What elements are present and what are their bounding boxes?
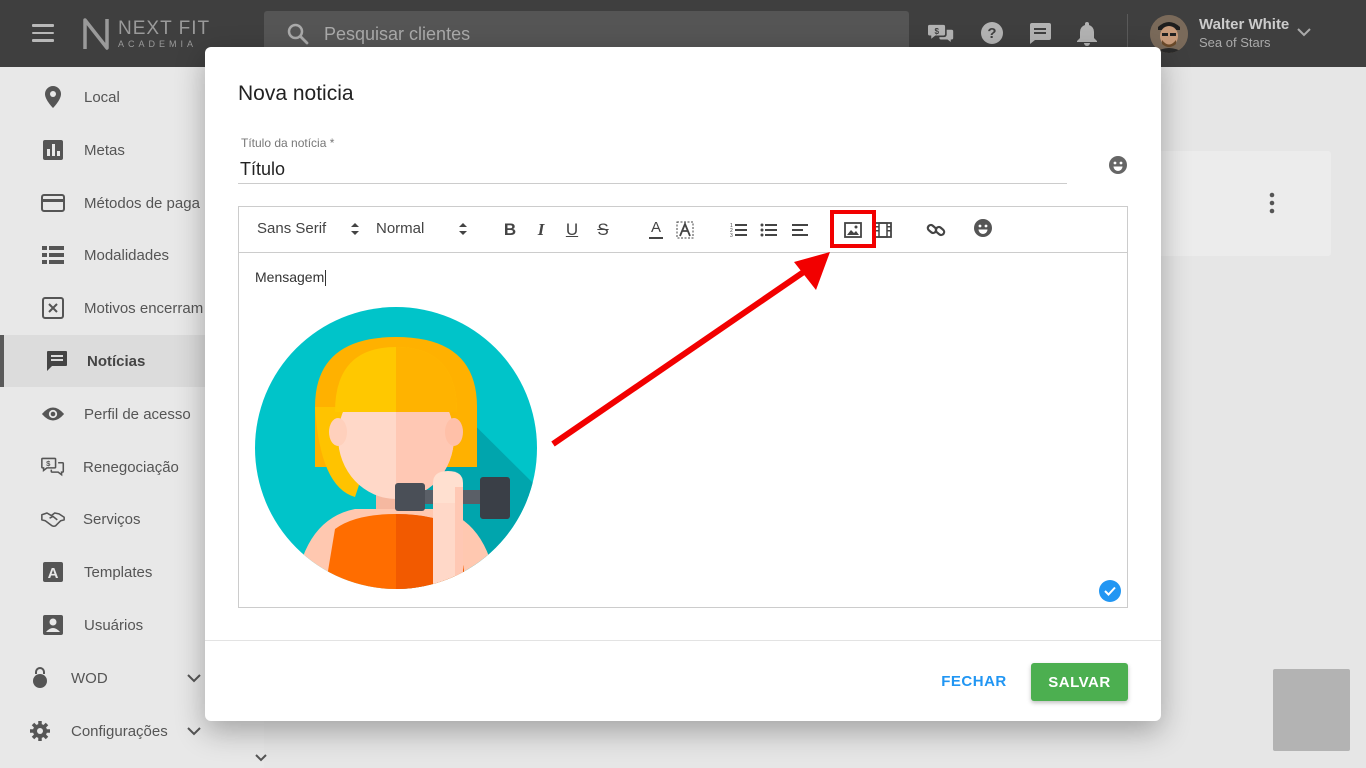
sidebar-item-label: Local: [84, 88, 120, 106]
text-caret: [325, 270, 327, 287]
fitness-woman-illustration: [255, 307, 537, 589]
credit-card-icon: [41, 191, 65, 215]
eye-icon: [41, 402, 65, 426]
select-arrows-icon: [351, 223, 359, 235]
italic-button[interactable]: I: [529, 218, 553, 242]
svg-text:$: $: [935, 27, 940, 36]
svg-text:3: 3: [730, 233, 733, 238]
bullet-list-icon[interactable]: [757, 218, 781, 242]
sidebar-item-label: WOD: [71, 669, 108, 687]
emoji-icon[interactable]: [971, 216, 995, 240]
logo-title: NEXT FIT: [118, 18, 211, 39]
editor-toolbar: Sans Serif Normal B I U S A 123: [239, 207, 1127, 253]
rich-text-editor: Sans Serif Normal B I U S A 123 Mensagem: [238, 206, 1128, 608]
user-name[interactable]: Walter White: [1199, 16, 1289, 33]
sidebar-item-label: Serviços: [83, 510, 141, 528]
more-vertical-icon[interactable]: [1268, 192, 1276, 214]
chevron-down-icon[interactable]: [1296, 24, 1312, 40]
editor-text: Mensagem: [255, 269, 327, 287]
letter-a-icon: A: [41, 560, 65, 584]
background-floating-panel: [1273, 669, 1350, 751]
sidebar-item-label: Templates: [84, 563, 153, 581]
handshake-icon: [41, 507, 65, 531]
title-field-label: Título da notícia *: [241, 136, 335, 150]
annotation-highlight-box: [830, 210, 876, 248]
news-title-input[interactable]: [238, 155, 1067, 184]
select-arrows-icon: [459, 223, 467, 235]
editor-content-area[interactable]: Mensagem: [239, 254, 1127, 607]
sidebar-item-label: Renegociação: [83, 458, 179, 476]
font-size-select[interactable]: Normal: [376, 220, 424, 237]
list-icon: [41, 243, 65, 267]
gear-icon: [28, 719, 52, 743]
text-color-button[interactable]: A: [644, 218, 668, 242]
insert-link-icon[interactable]: [924, 218, 948, 242]
finance-chat-icon[interactable]: $: [928, 20, 954, 46]
strikethrough-button[interactable]: S: [591, 218, 615, 242]
sidebar-item-label: Métodos de paga: [84, 194, 200, 212]
close-box-icon: [41, 296, 65, 320]
kettlebell-icon: [28, 666, 52, 690]
app-logo[interactable]: NEXT FIT ACADEMIA: [82, 16, 210, 52]
dialog-footer: FECHAR SALVAR: [205, 640, 1161, 721]
close-button[interactable]: FECHAR: [934, 663, 1014, 699]
sidebar-item-label: Modalidades: [84, 246, 170, 264]
background-card: [1131, 151, 1331, 256]
chevron-down-icon: [187, 727, 201, 736]
search-input[interactable]: [324, 21, 884, 47]
underline-button[interactable]: U: [560, 218, 584, 242]
bar-chart-icon: [41, 138, 65, 162]
messages-icon[interactable]: [1027, 20, 1053, 46]
sidebar-item-label: Configurações: [71, 722, 168, 740]
save-button[interactable]: SALVAR: [1031, 663, 1128, 701]
new-news-dialog: Nova noticia Título da notícia * Sans Se…: [205, 47, 1161, 721]
ordered-list-icon[interactable]: 123: [727, 218, 751, 242]
logo-n-icon: [83, 18, 109, 50]
chevron-down-icon: [187, 674, 201, 683]
message-icon: [45, 349, 69, 373]
money-chat-icon: $: [41, 455, 65, 479]
user-box-icon: [41, 613, 65, 637]
dialog-title: Nova noticia: [238, 82, 354, 105]
sidebar-item-label: Notícias: [87, 352, 146, 370]
font-family-select[interactable]: Sans Serif: [257, 220, 326, 237]
help-icon[interactable]: ?: [979, 20, 1005, 46]
sidebar-item-label: Metas: [84, 141, 125, 159]
logo-subtitle: ACADEMIA: [118, 39, 198, 49]
svg-text:A: A: [48, 565, 59, 582]
sidebar-item-label: Motivos encerram: [84, 299, 204, 317]
bold-button[interactable]: B: [498, 218, 522, 242]
location-pin-icon: [41, 85, 65, 109]
search-icon: [287, 23, 309, 45]
chevron-down-icon: [255, 754, 267, 762]
editor-body-text: Mensagem: [255, 269, 325, 285]
sidebar-item-label: Perfil de acesso: [84, 405, 191, 423]
user-company: Sea of Stars: [1199, 35, 1271, 50]
hamburger-menu-icon[interactable]: [32, 24, 54, 42]
emoji-icon[interactable]: [1108, 155, 1128, 175]
align-left-icon[interactable]: [788, 218, 812, 242]
svg-text:$: $: [46, 459, 51, 468]
sidebar-item-label: Usuários: [84, 616, 144, 634]
text-color-icon: A: [650, 219, 661, 236]
check-icon[interactable]: [1099, 580, 1121, 602]
notifications-bell-icon[interactable]: [1074, 20, 1100, 46]
background-color-icon[interactable]: [673, 218, 697, 242]
svg-text:?: ?: [987, 25, 996, 42]
